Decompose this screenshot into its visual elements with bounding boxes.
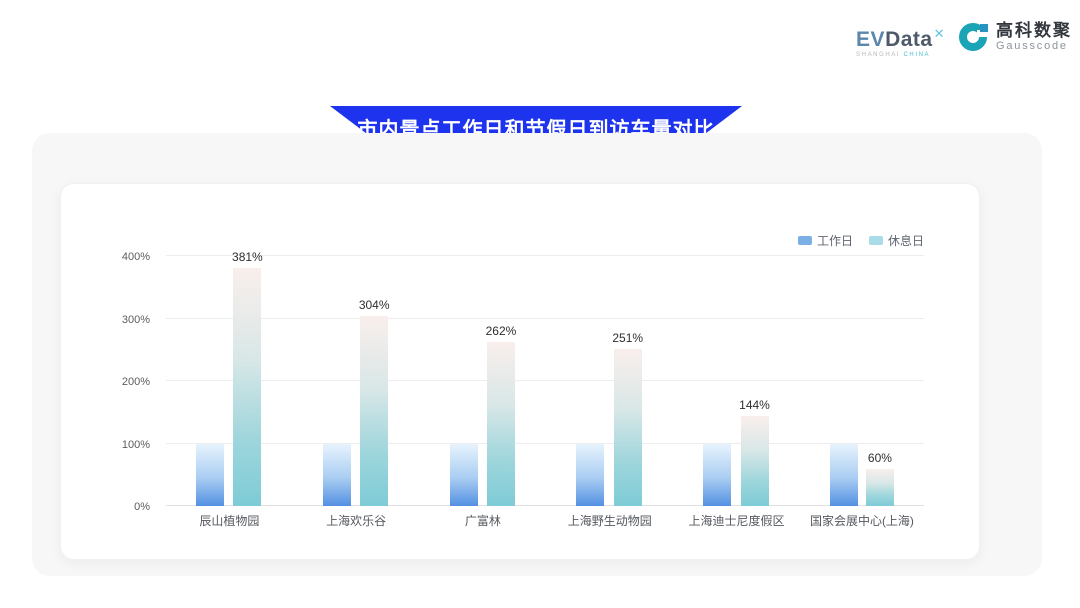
bar-group: 304%上海欢乐谷 — [323, 256, 390, 506]
gausscode-en-name: Gausscode — [996, 40, 1072, 52]
bar-group: 262%广富林 — [450, 256, 517, 506]
bar-workday[interactable] — [703, 444, 731, 507]
bar-restday[interactable] — [487, 342, 515, 506]
y-tick-label: 400% — [122, 251, 150, 263]
legend-label: 休息日 — [888, 232, 924, 249]
bar-restday[interactable] — [360, 316, 388, 506]
bar-workday[interactable] — [323, 444, 351, 507]
plot-area: 381%辰山植物园 304%上海欢乐谷 262%广富林 251%上海野生动物园 144%… — [166, 256, 924, 506]
value-label: 381% — [232, 250, 263, 264]
evdata-x-icon: ✕ — [934, 26, 945, 41]
bar-group: 381%辰山植物园 — [196, 256, 263, 506]
bar-workday[interactable] — [830, 444, 858, 507]
gausscode-logo: 高科数聚 Gausscode — [959, 22, 1072, 52]
evdata-ev-text: EV — [856, 28, 885, 51]
y-tick-label: 200% — [122, 376, 150, 388]
bar-restday[interactable] — [233, 268, 261, 506]
gridline — [166, 318, 924, 319]
bar-restday[interactable] — [866, 469, 894, 507]
legend-item-restday[interactable]: 休息日 — [869, 232, 924, 249]
y-tick-label: 100% — [122, 439, 150, 451]
evdata-data-text: Data — [885, 28, 933, 51]
bar-workday[interactable] — [576, 444, 604, 507]
value-label: 304% — [359, 298, 390, 312]
value-label: 60% — [868, 451, 892, 465]
bar-chart: 0%100%200%300%400% 381%辰山植物园304%上海欢乐谷262… — [106, 256, 924, 506]
evdata-subtext: SHANGHAI CHINA — [856, 52, 945, 58]
category-label: 国家会展中心(上海) — [810, 512, 914, 529]
legend-swatch-icon — [869, 236, 883, 245]
category-label: 上海野生动物园 — [568, 512, 652, 529]
legend-swatch-icon — [798, 236, 812, 245]
bar-restday[interactable] — [614, 349, 642, 506]
evdata-logo: EVData✕ SHANGHAI CHINA — [856, 22, 945, 58]
bar-group: 144%上海迪士尼度假区 — [703, 256, 770, 506]
legend-item-workday[interactable]: 工作日 — [798, 232, 853, 249]
content-panel: 工作日休息日 0%100%200%300%400% 381%辰山植物园304%上… — [32, 133, 1042, 576]
gausscode-g-icon — [959, 22, 989, 52]
category-label: 广富林 — [465, 512, 501, 529]
gausscode-cn-name: 高科数聚 — [996, 22, 1072, 40]
bar-workday[interactable] — [450, 444, 478, 507]
bar-workday[interactable] — [196, 444, 224, 507]
category-label: 上海欢乐谷 — [326, 512, 386, 529]
value-label: 144% — [739, 398, 770, 412]
evdata-wordmark: EVData✕ — [856, 24, 945, 50]
category-label: 上海迪士尼度假区 — [689, 512, 785, 529]
chart-card: 工作日休息日 0%100%200%300%400% 381%辰山植物园304%上… — [60, 183, 980, 560]
gridline — [166, 380, 924, 381]
bar-restday[interactable] — [741, 416, 769, 506]
bar-group: 251%上海野生动物园 — [576, 256, 643, 506]
value-label: 251% — [612, 331, 643, 345]
gridline — [166, 255, 924, 256]
bar-group: 60%国家会展中心(上海) — [830, 256, 894, 506]
page: EVData✕ SHANGHAI CHINA 高科数聚 Gausscode 市内… — [0, 0, 1080, 608]
legend-label: 工作日 — [817, 232, 853, 249]
x-axis-line — [166, 505, 924, 506]
y-axis: 0%100%200%300%400% — [106, 256, 158, 506]
header-logos: EVData✕ SHANGHAI CHINA 高科数聚 Gausscode — [856, 22, 1072, 58]
chart-legend: 工作日 休息日 — [798, 232, 924, 249]
gridline — [166, 443, 924, 444]
category-label: 辰山植物园 — [199, 512, 259, 529]
y-tick-label: 0% — [134, 501, 150, 513]
value-label: 262% — [486, 324, 517, 338]
y-tick-label: 300% — [122, 314, 150, 326]
